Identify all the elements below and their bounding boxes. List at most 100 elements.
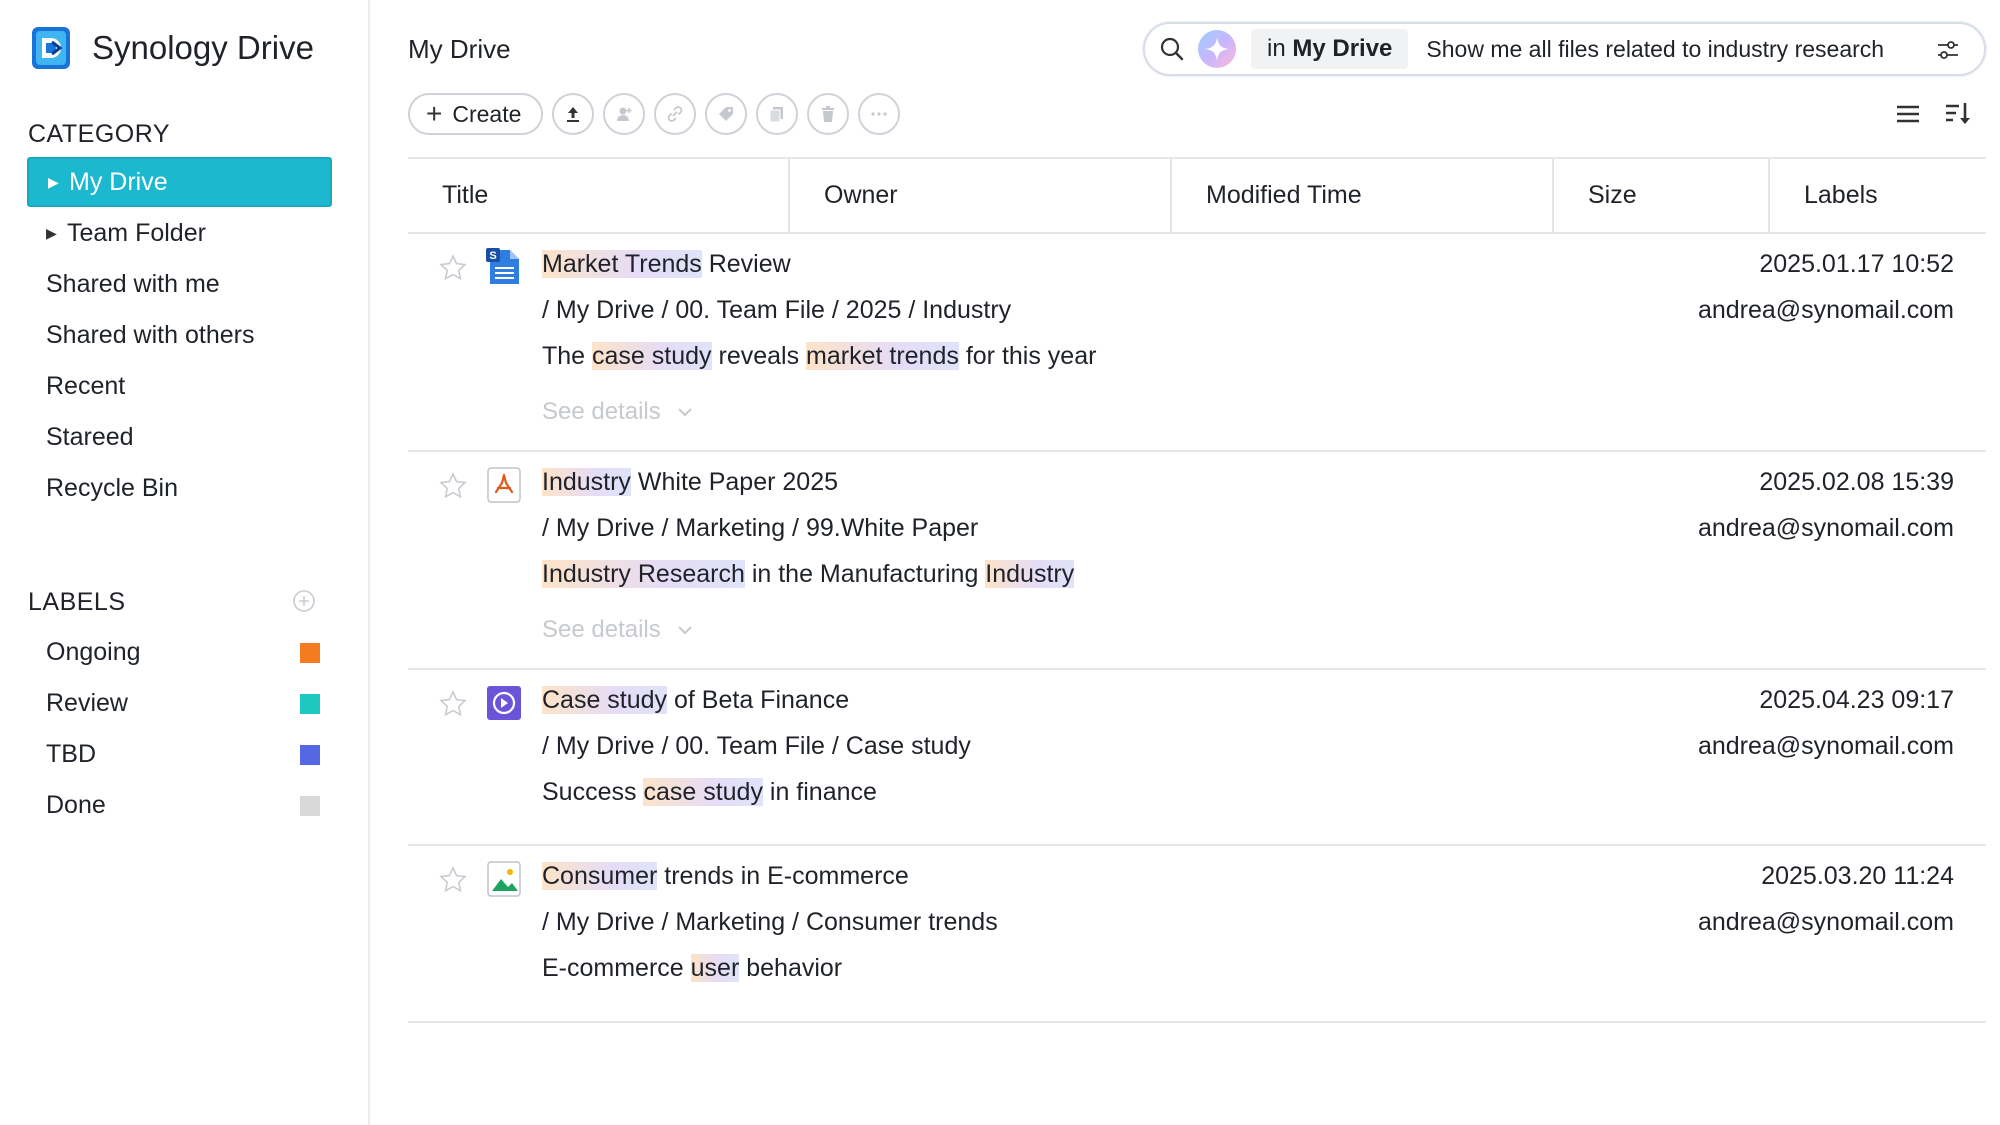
file-title[interactable]: Consumer trends in E-commerce (542, 862, 909, 891)
modified-time: 2025.04.23 09:17 (1759, 686, 1954, 714)
filter-settings-icon[interactable] (1934, 36, 1962, 64)
column-header-labels[interactable]: Labels (1770, 159, 1986, 232)
file-path: / My Drive / Marketing / 99.White Paper (542, 514, 979, 542)
file-path: / My Drive / 00. Team File / Case study (542, 732, 971, 760)
label-name: TBD (46, 740, 96, 768)
link-button[interactable] (654, 93, 697, 135)
file-snippet: E-commerce user behavior (542, 954, 842, 983)
create-button-label: Create (452, 100, 522, 127)
sidebar-item-shared-with-me[interactable]: Shared with me (27, 259, 332, 309)
plus-icon: + (426, 98, 443, 129)
label-item-done[interactable]: Done (27, 780, 332, 831)
label-name: Done (46, 791, 106, 819)
image-icon (487, 861, 521, 897)
chevron-down-icon (678, 626, 692, 635)
column-header-title[interactable]: Title (408, 159, 790, 232)
more-icon (871, 112, 888, 116)
sidebar-item-my-drive[interactable]: ▶ My Drive (27, 157, 332, 207)
file-title[interactable]: Industry White Paper 2025 (542, 468, 838, 497)
sidebar-item-label: Shared with me (46, 269, 220, 298)
ai-sparkle-icon[interactable] (1197, 29, 1237, 69)
brand[interactable]: Synology Drive (28, 24, 314, 72)
share-user-icon (617, 107, 632, 121)
table-row[interactable]: S Market Trends Review / My Drive / 00. … (408, 236, 1986, 452)
search-query-text[interactable]: Show me all files related to industry re… (1426, 36, 1884, 63)
see-details-toggle[interactable]: See details (542, 398, 695, 426)
table-row[interactable]: Case study of Beta Finance / My Drive / … (408, 672, 1986, 846)
file-title[interactable]: Market Trends Review (542, 250, 791, 279)
sidebar-item-shared-with-others[interactable]: Shared with others (27, 310, 332, 360)
category-nav: ▶ My Drive ▶ Team Folder Shared with me … (27, 157, 332, 514)
labels-title: LABELS (28, 588, 126, 616)
snippet-text: in finance (762, 778, 877, 806)
sort-icon[interactable] (1943, 99, 1973, 129)
label-name: Review (46, 689, 128, 717)
view-controls (1893, 99, 1973, 129)
see-details-toggle[interactable]: See details (542, 616, 695, 644)
column-header-size[interactable]: Size (1554, 159, 1770, 232)
sidebar-item-label: Shared with others (46, 320, 255, 349)
label-color-swatch (300, 693, 320, 714)
snippet-text: behavior (739, 954, 843, 982)
star-icon[interactable] (437, 470, 469, 502)
search-scope-location: My Drive (1292, 35, 1393, 62)
svg-text:S: S (489, 250, 496, 262)
search-bar[interactable]: in My Drive Show me all files related to… (1143, 22, 1986, 76)
search-icon[interactable] (1157, 34, 1187, 64)
table-row[interactable]: Consumer trends in E-commerce / My Drive… (408, 848, 1986, 1023)
column-header-owner[interactable]: Owner (790, 159, 1172, 232)
sidebar-item-label: Recycle Bin (46, 473, 178, 502)
snippet-highlight: case study (643, 778, 763, 806)
sidebar-item-recycle-bin[interactable]: Recycle Bin (27, 463, 332, 513)
owner-email: andrea@synomail.com (1697, 908, 1954, 936)
star-icon[interactable] (437, 688, 469, 720)
toolbar: + Create (408, 93, 901, 135)
owner-email: andrea@synomail.com (1697, 514, 1954, 542)
delete-button[interactable] (807, 93, 850, 135)
snippet-highlight: Industry (985, 560, 1075, 588)
column-header-modified-time[interactable]: Modified Time (1172, 159, 1554, 232)
snippet-highlight: Industry Research (542, 560, 745, 588)
label-color-swatch (300, 795, 320, 816)
snippet-text: in the Manufacturing (744, 560, 986, 588)
star-icon[interactable] (437, 252, 469, 284)
sidebar-item-team-folder[interactable]: ▶ Team Folder (27, 208, 332, 258)
synology-drive-logo-icon (32, 27, 70, 69)
snippet-text: Success (542, 778, 644, 806)
sidebar-item-label: Recent (46, 371, 126, 400)
search-scope-chip[interactable]: in My Drive (1251, 29, 1409, 69)
file-title-rest: White Paper 2025 (630, 468, 839, 496)
create-button[interactable]: + Create (408, 93, 544, 135)
file-path: / My Drive / Marketing / Consumer trends (542, 908, 998, 936)
snippet-text: E-commerce (542, 954, 691, 982)
label-item-tbd[interactable]: TBD (27, 729, 332, 780)
upload-button[interactable] (552, 93, 595, 135)
snippet-highlight: market trends (806, 342, 959, 370)
app-name: Synology Drive (92, 29, 314, 66)
table-row[interactable]: Industry White Paper 2025 / My Drive / M… (408, 454, 1986, 670)
highlight: Consumer (542, 862, 658, 890)
add-label-icon[interactable] (292, 589, 316, 613)
caret-right-icon[interactable]: ▶ (46, 225, 62, 242)
label-color-swatch (300, 744, 320, 765)
label-item-ongoing[interactable]: Ongoing (27, 627, 332, 678)
caret-right-icon[interactable]: ▶ (48, 174, 64, 191)
modified-time: 2025.01.17 10:52 (1759, 250, 1954, 278)
list-view-icon[interactable] (1893, 99, 1923, 129)
owner-email: andrea@synomail.com (1697, 296, 1954, 324)
label-button[interactable] (705, 93, 748, 135)
sidebar-item-label: My Drive (69, 167, 168, 196)
sidebar-item-label: Stareed (46, 422, 134, 451)
label-item-review[interactable]: Review (27, 678, 332, 729)
file-snippet: The case study reveals market trends for… (542, 342, 1096, 371)
sidebar-item-starred[interactable]: Stareed (27, 412, 332, 462)
breadcrumb[interactable]: My Drive (408, 34, 511, 65)
sidebar-item-recent[interactable]: Recent (27, 361, 332, 411)
star-icon[interactable] (437, 864, 469, 896)
owner-email: andrea@synomail.com (1697, 732, 1954, 760)
copy-button[interactable] (756, 93, 799, 135)
share-button[interactable] (603, 93, 646, 135)
file-snippet: Industry Research in the Manufacturing I… (542, 560, 1075, 589)
file-title[interactable]: Case study of Beta Finance (542, 686, 849, 715)
more-button[interactable] (858, 93, 901, 135)
